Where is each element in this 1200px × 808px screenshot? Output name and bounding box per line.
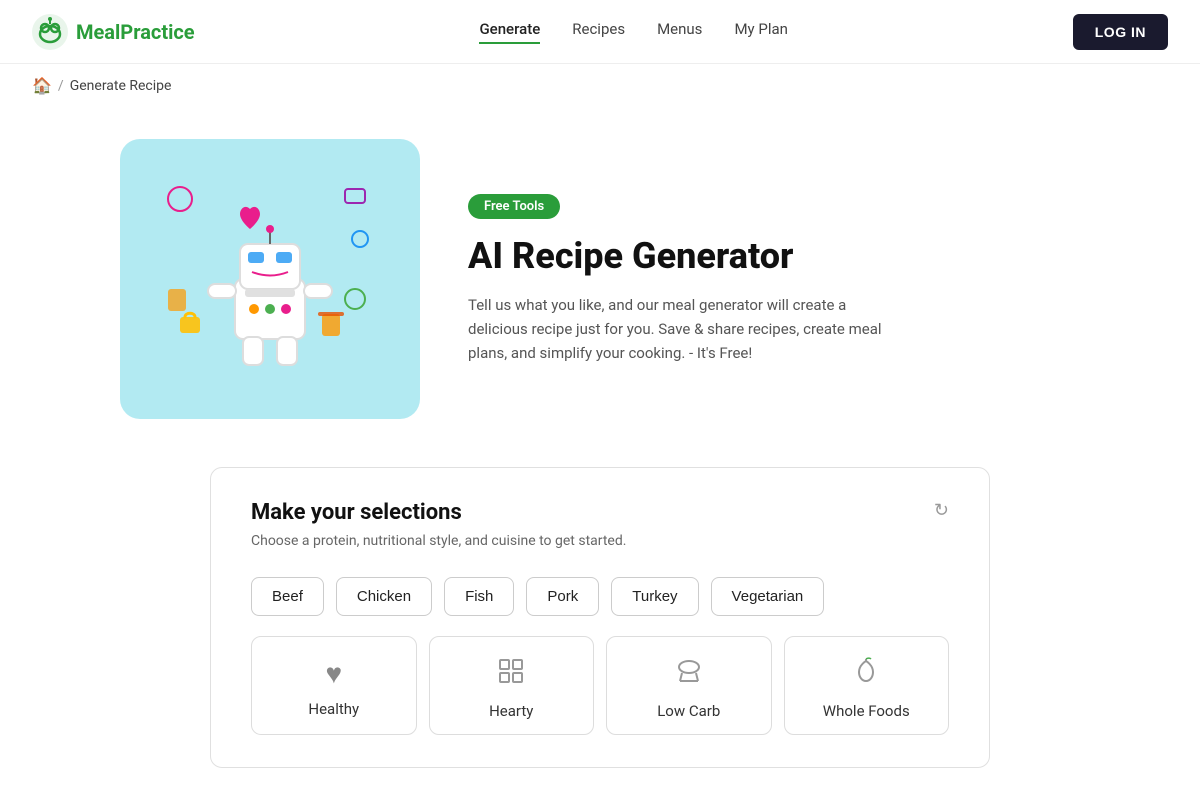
hero-section: Free Tools AI Recipe Generator Tell us w… — [0, 107, 1200, 467]
wholefoods-icon — [853, 657, 879, 692]
refresh-icon[interactable]: ↻ — [934, 500, 949, 521]
style-healthy-label: Healthy — [308, 700, 359, 718]
protein-beef[interactable]: Beef — [251, 577, 324, 616]
login-button[interactable]: LOG IN — [1073, 14, 1168, 50]
style-healthy[interactable]: ♥ Healthy — [251, 636, 417, 735]
hearty-icon — [497, 657, 525, 692]
style-hearty-label: Hearty — [489, 702, 533, 720]
protein-turkey[interactable]: Turkey — [611, 577, 698, 616]
healthy-icon: ♥ — [325, 657, 342, 690]
breadcrumb-current: Generate Recipe — [70, 78, 172, 94]
protein-pork[interactable]: Pork — [526, 577, 599, 616]
hero-content: Free Tools AI Recipe Generator Tell us w… — [468, 194, 1080, 365]
selections-title: Make your selections — [251, 500, 462, 525]
nav-generate[interactable]: Generate — [479, 20, 540, 44]
nav-menus[interactable]: Menus — [657, 20, 702, 44]
hero-title: AI Recipe Generator — [468, 235, 1080, 277]
style-lowcarb-label: Low Carb — [657, 702, 720, 720]
hero-description: Tell us what you like, and our meal gene… — [468, 293, 888, 365]
logo-text: MealPractice — [76, 20, 195, 44]
nav-links: Generate Recipes Menus My Plan — [479, 20, 787, 44]
protein-chicken[interactable]: Chicken — [336, 577, 432, 616]
robot-illustration — [150, 159, 390, 399]
style-grid: ♥ Healthy Hearty — [251, 636, 949, 735]
selections-header: Make your selections ↻ — [251, 500, 949, 525]
logo-link[interactable]: MealPractice — [32, 14, 195, 50]
style-wholefoods[interactable]: Whole Foods — [784, 636, 950, 735]
hero-image — [120, 139, 420, 419]
breadcrumb-separator: / — [58, 78, 64, 94]
protein-grid: Beef Chicken Fish Pork Turkey Vegetarian — [251, 577, 949, 616]
free-tools-badge: Free Tools — [468, 194, 560, 219]
breadcrumb: 🏠 / Generate Recipe — [0, 64, 1200, 107]
style-wholefoods-label: Whole Foods — [823, 702, 910, 720]
protein-vegetarian[interactable]: Vegetarian — [711, 577, 825, 616]
selections-container: Make your selections ↻ Choose a protein,… — [210, 467, 990, 768]
home-icon[interactable]: 🏠 — [32, 76, 52, 95]
protein-fish[interactable]: Fish — [444, 577, 514, 616]
selections-subtitle: Choose a protein, nutritional style, and… — [251, 533, 949, 549]
lowcarb-icon — [674, 657, 704, 692]
nav-myplan[interactable]: My Plan — [734, 20, 787, 44]
logo-icon — [32, 14, 68, 50]
nav-recipes[interactable]: Recipes — [572, 20, 625, 44]
style-hearty[interactable]: Hearty — [429, 636, 595, 735]
style-lowcarb[interactable]: Low Carb — [606, 636, 772, 735]
navbar: MealPractice Generate Recipes Menus My P… — [0, 0, 1200, 64]
